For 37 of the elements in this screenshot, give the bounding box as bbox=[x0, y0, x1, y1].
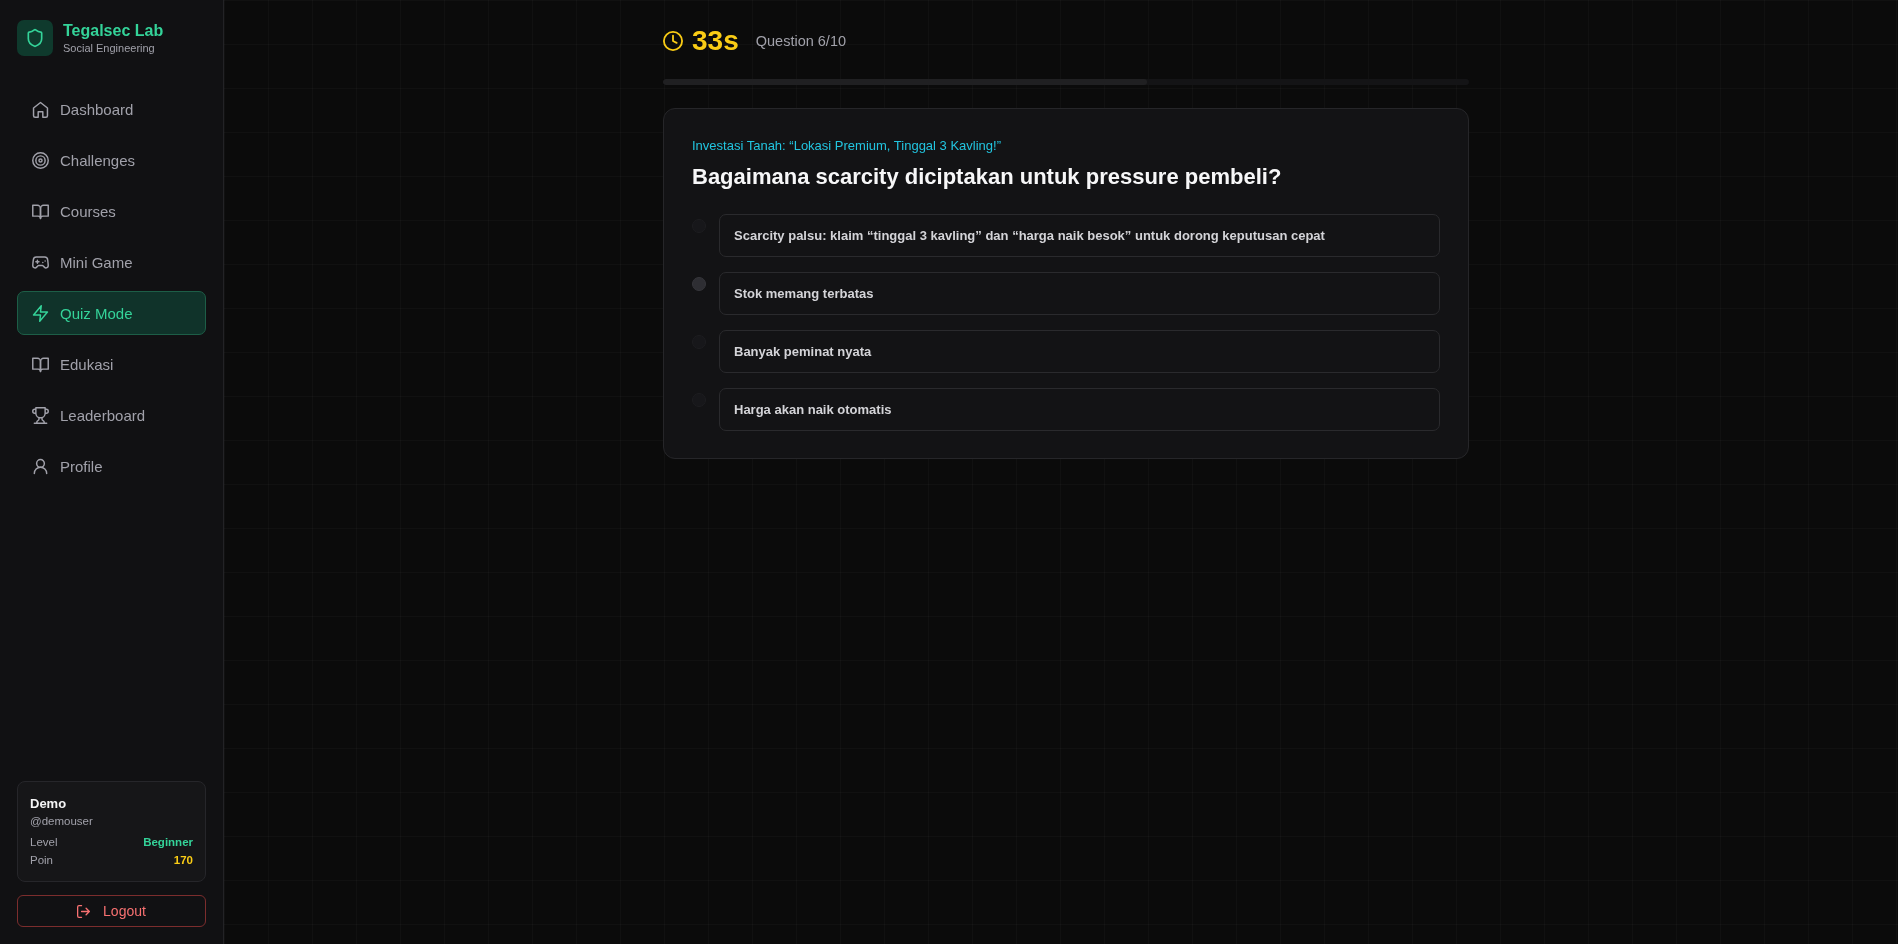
book-icon bbox=[32, 355, 49, 373]
trophy-icon bbox=[32, 406, 49, 424]
brand-title: Tegalsec Lab bbox=[63, 21, 164, 40]
stat-value: 170 bbox=[173, 854, 193, 866]
nav-item[interactable]: Dashboard bbox=[17, 87, 206, 131]
category-label: Investasi Tanah: “Lokasi Premium, Tinggal 3 Kavling!” bbox=[692, 138, 1003, 154]
gamepad-icon bbox=[32, 253, 49, 271]
logout-icon bbox=[77, 904, 91, 918]
nav-item[interactable]: Challenges bbox=[17, 138, 206, 182]
lightning-icon bbox=[32, 304, 49, 322]
user-handle: @demouser bbox=[30, 814, 94, 829]
nav-item[interactable]: Edukasi bbox=[17, 342, 206, 386]
stat-label: Level bbox=[30, 836, 58, 848]
stat-value: Beginner bbox=[143, 836, 193, 848]
home-icon bbox=[32, 100, 49, 118]
stat-label: Poin bbox=[30, 854, 54, 866]
nav-item[interactable]: Quiz Mode bbox=[17, 291, 206, 335]
answer-option[interactable]: Banyak peminat nyata bbox=[719, 330, 1440, 373]
question-counter: Question 6/10 bbox=[755, 33, 846, 49]
answer-option[interactable]: Scarcity palsu: klaim “tinggal 3 kavling” dan “harga naik besok” untuk dorong keputusan cepat bbox=[719, 214, 1440, 257]
user-name: Demo bbox=[30, 795, 68, 812]
answer-option[interactable]: Stok memang terbatas bbox=[719, 272, 1440, 315]
nav-item[interactable]: Mini Game bbox=[17, 240, 206, 284]
target-icon bbox=[32, 151, 49, 169]
nav-item[interactable]: Courses bbox=[17, 189, 206, 233]
radio-circle-icon[interactable] bbox=[692, 277, 706, 291]
nav-item[interactable]: Profile bbox=[17, 444, 206, 488]
answer-option[interactable]: Harga akan naik otomatis bbox=[719, 388, 1440, 431]
nav-item[interactable]: Leaderboard bbox=[17, 393, 206, 437]
logout-button[interactable]: Logout bbox=[17, 895, 206, 927]
clock-icon bbox=[663, 31, 683, 51]
timer-value: 33s bbox=[692, 25, 739, 57]
shield-icon bbox=[17, 20, 53, 56]
question-title: Bagaimana scarcity diciptakan untuk pressure pembeli? bbox=[692, 163, 1283, 191]
book-icon bbox=[32, 202, 49, 220]
user-icon bbox=[32, 457, 49, 475]
brand-subtitle: Social Engineering bbox=[63, 42, 156, 55]
